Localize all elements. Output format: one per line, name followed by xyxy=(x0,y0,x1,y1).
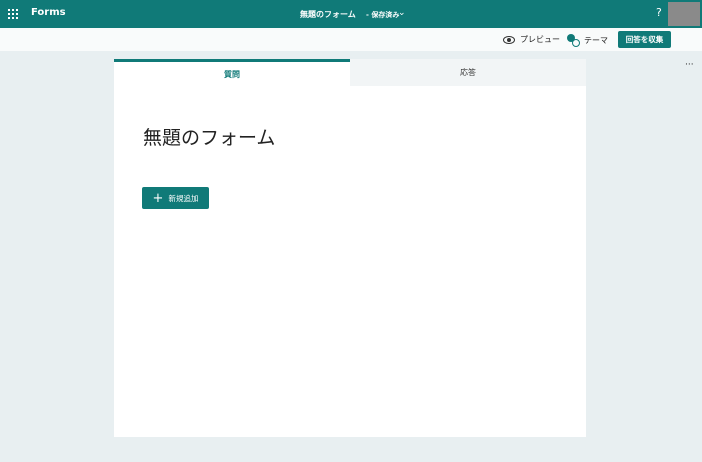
form-editor-panel: 質問 応答 無題のフォーム + 新規追加 xyxy=(114,59,586,437)
preview-button[interactable]: プレビュー xyxy=(503,34,560,45)
plus-icon: + xyxy=(152,190,164,206)
add-new-label: 新規追加 xyxy=(168,193,199,203)
collect-responses-button[interactable]: 回答を収集 xyxy=(618,31,671,48)
waffle-icon[interactable] xyxy=(8,9,18,19)
tab-questions[interactable]: 質問 xyxy=(114,59,350,86)
help-button[interactable]: ? xyxy=(656,6,662,19)
more-options-button[interactable]: ··· xyxy=(685,60,694,70)
save-status: - 保存済み xyxy=(366,11,400,19)
app-name[interactable]: Forms xyxy=(31,7,66,18)
eye-icon xyxy=(503,35,515,44)
preview-label: プレビュー xyxy=(520,35,560,44)
form-title[interactable]: 無題のフォーム xyxy=(143,123,275,150)
command-bar: プレビュー テーマ ··· xyxy=(0,28,702,70)
palette-icon xyxy=(567,34,580,47)
document-title[interactable]: 無題のフォーム xyxy=(300,9,356,20)
theme-button[interactable]: テーマ xyxy=(567,34,608,47)
tab-responses[interactable]: 応答 xyxy=(350,59,586,86)
chevron-down-icon[interactable]: ⌄ xyxy=(398,8,406,18)
avatar[interactable] xyxy=(668,2,700,26)
add-new-button[interactable]: + 新規追加 xyxy=(142,187,209,209)
app-header: Forms 無題のフォーム - 保存済み ⌄ ? xyxy=(0,0,702,28)
theme-label: テーマ xyxy=(584,35,608,45)
